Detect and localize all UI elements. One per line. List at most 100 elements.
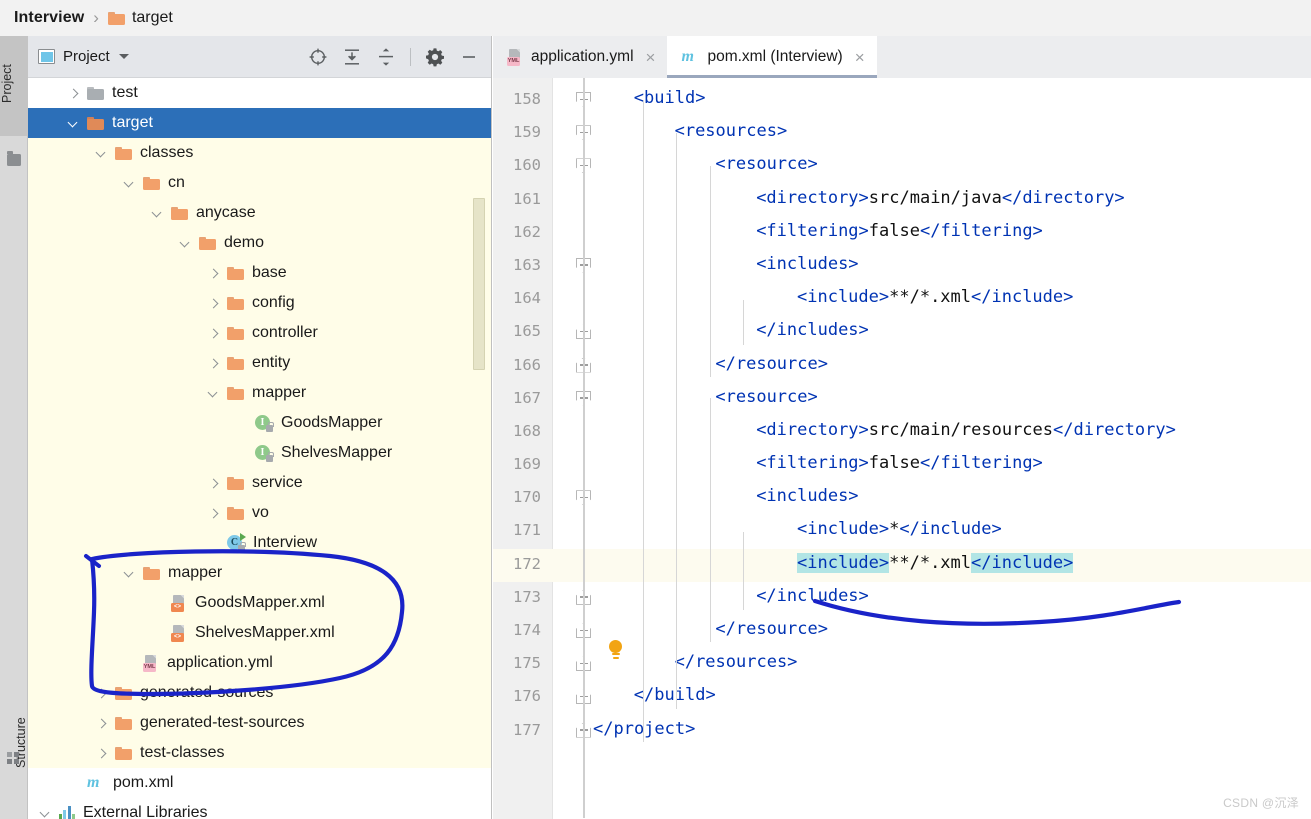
code-line[interactable]: 173 </includes> bbox=[493, 582, 1311, 615]
tree-row[interactable]: I ShelvesMapper bbox=[28, 438, 491, 468]
tree-row[interactable]: config bbox=[28, 288, 491, 318]
code-line[interactable]: 176 </build> bbox=[493, 681, 1311, 714]
fold-end-icon[interactable] bbox=[576, 357, 593, 375]
tree-row-label: test bbox=[112, 84, 138, 101]
code-line[interactable]: 171 <include>*</include> bbox=[493, 515, 1311, 548]
tree-row[interactable]: entity bbox=[28, 348, 491, 378]
fold-collapse-icon[interactable] bbox=[576, 92, 593, 109]
project-tree[interactable]: test target classes cn anycase demo base config… bbox=[28, 78, 491, 819]
chevron-down-icon[interactable] bbox=[152, 208, 163, 219]
breadcrumb-current[interactable]: target bbox=[107, 9, 173, 27]
xml-tag: </resource> bbox=[715, 619, 828, 639]
xml-tag: </filtering> bbox=[919, 453, 1043, 474]
line-number: 173 bbox=[513, 587, 541, 606]
line-number: 169 bbox=[513, 455, 541, 474]
editor-tab[interactable]: m pom.xml (Interview) × bbox=[667, 36, 877, 78]
project-tree-scrollbar[interactable] bbox=[473, 198, 485, 370]
code-line[interactable]: 170 <includes> bbox=[493, 482, 1311, 515]
code-line-text: </includes> bbox=[756, 320, 869, 340]
close-icon[interactable]: × bbox=[855, 49, 865, 66]
code-line[interactable]: 168 <directory>src/main/resources</direct… bbox=[493, 416, 1311, 449]
chevron-right-icon[interactable] bbox=[96, 688, 107, 699]
code-line[interactable]: 167 <resource> bbox=[493, 383, 1311, 416]
chevron-right-icon[interactable] bbox=[208, 268, 219, 279]
tree-row[interactable]: I GoodsMapper bbox=[28, 408, 491, 438]
code-line[interactable]: 161 <directory>src/main/java</directory> bbox=[493, 184, 1311, 217]
tree-row[interactable]: demo bbox=[28, 228, 491, 258]
fold-collapse-icon[interactable] bbox=[576, 257, 593, 275]
code-line[interactable]: 165 </includes> bbox=[493, 316, 1311, 349]
chevron-right-icon[interactable] bbox=[68, 88, 79, 99]
tree-row[interactable]: mapper bbox=[28, 378, 491, 408]
fold-collapse-icon[interactable] bbox=[576, 158, 593, 175]
breadcrumb-root[interactable]: Interview bbox=[14, 9, 84, 27]
tree-row[interactable]: generated-test-sources bbox=[28, 708, 491, 738]
chevron-right-icon[interactable] bbox=[208, 298, 219, 309]
intention-bulb-icon[interactable] bbox=[607, 640, 625, 662]
tree-row[interactable]: vo bbox=[28, 498, 491, 528]
tree-row-label: External Libraries bbox=[83, 804, 208, 819]
chevron-right-icon[interactable] bbox=[96, 748, 107, 759]
folder-icon bbox=[227, 506, 244, 520]
code-line[interactable]: 177 </project> bbox=[493, 715, 1311, 748]
close-icon[interactable]: × bbox=[646, 49, 656, 66]
tree-row[interactable]: classes bbox=[28, 138, 491, 168]
fold-end-icon[interactable] bbox=[576, 623, 593, 640]
chevron-right-icon[interactable] bbox=[208, 478, 219, 489]
fold-end-icon[interactable] bbox=[576, 689, 593, 706]
chevron-right-icon[interactable] bbox=[208, 328, 219, 339]
chevron-down-icon[interactable] bbox=[96, 148, 107, 159]
tree-row[interactable]: m pom.xml bbox=[28, 768, 491, 798]
tree-row[interactable]: <> ShelvesMapper.xml bbox=[28, 618, 491, 648]
fold-end-icon[interactable] bbox=[576, 656, 593, 673]
code-line[interactable]: 160 <resource> bbox=[493, 150, 1311, 183]
tree-row[interactable]: test bbox=[28, 78, 491, 108]
code-editor[interactable]: 157 158 <build> 159 <resources> 160 <resource… bbox=[493, 78, 1311, 819]
tool-tab-project[interactable]: Project bbox=[0, 36, 28, 136]
chevron-down-icon[interactable] bbox=[208, 388, 219, 399]
tool-tab-structure[interactable]: Structure bbox=[0, 688, 28, 798]
tree-row[interactable]: base bbox=[28, 258, 491, 288]
chevron-down-icon[interactable] bbox=[118, 54, 129, 59]
code-line[interactable]: 163 <includes> bbox=[493, 250, 1311, 283]
code-line[interactable]: 162 <filtering>false</filtering> bbox=[493, 217, 1311, 250]
code-line[interactable]: 172 <include>**/*.xml</include> bbox=[493, 548, 1311, 582]
hide-panel-icon[interactable] bbox=[459, 47, 479, 67]
code-line[interactable]: 169 <filtering>false</filtering> bbox=[493, 449, 1311, 482]
tree-row[interactable]: target bbox=[28, 108, 491, 138]
fold-collapse-icon[interactable] bbox=[576, 490, 593, 507]
fold-collapse-icon[interactable] bbox=[576, 125, 593, 142]
fold-end-icon[interactable] bbox=[576, 324, 593, 341]
chevron-down-icon[interactable] bbox=[68, 118, 79, 129]
tree-row[interactable]: cn bbox=[28, 168, 491, 198]
chevron-right-icon[interactable] bbox=[96, 718, 107, 729]
chevron-down-icon[interactable] bbox=[124, 568, 135, 579]
tree-row[interactable]: External Libraries bbox=[28, 798, 491, 819]
chevron-down-icon[interactable] bbox=[40, 808, 51, 819]
tree-row[interactable]: test-classes bbox=[28, 738, 491, 768]
tree-row[interactable]: service bbox=[28, 468, 491, 498]
tree-row[interactable]: anycase bbox=[28, 198, 491, 228]
tree-row[interactable]: controller bbox=[28, 318, 491, 348]
code-line[interactable]: 164 <include>**/*.xml</include> bbox=[493, 283, 1311, 316]
code-line[interactable]: 159 <resources> bbox=[493, 117, 1311, 150]
code-line[interactable]: 166 </resource> bbox=[493, 350, 1311, 383]
collapse-all-icon[interactable] bbox=[376, 47, 396, 67]
settings-gear-icon[interactable] bbox=[425, 47, 445, 67]
chevron-down-icon[interactable] bbox=[180, 238, 191, 249]
tree-row[interactable]: generated-sources bbox=[28, 678, 491, 708]
fold-end-icon[interactable] bbox=[576, 589, 593, 607]
chevron-down-icon[interactable] bbox=[124, 178, 135, 189]
fold-end-icon[interactable] bbox=[576, 722, 593, 740]
locate-icon[interactable] bbox=[308, 47, 328, 67]
tree-row[interactable]: <> GoodsMapper.xml bbox=[28, 588, 491, 618]
chevron-right-icon[interactable] bbox=[208, 358, 219, 369]
tree-row[interactable]: mapper bbox=[28, 558, 491, 588]
editor-tab[interactable]: YML application.yml × bbox=[493, 36, 667, 78]
tree-row[interactable]: C Interview bbox=[28, 528, 491, 558]
tree-row[interactable]: YML application.yml bbox=[28, 648, 491, 678]
code-line[interactable]: 158 <build> bbox=[493, 84, 1311, 117]
chevron-right-icon[interactable] bbox=[208, 508, 219, 519]
expand-all-icon[interactable] bbox=[342, 47, 362, 67]
fold-collapse-icon[interactable] bbox=[576, 390, 593, 408]
